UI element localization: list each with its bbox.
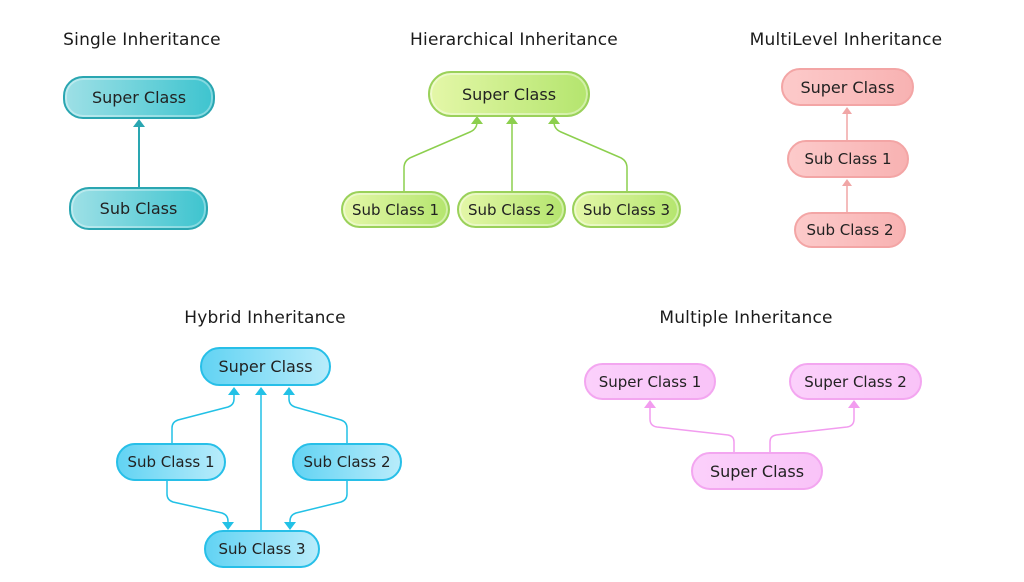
- single-arrow: [133, 119, 145, 187]
- node-label: Sub Class: [99, 199, 178, 218]
- hybrid-sub-class-3-node: Sub Class 3: [204, 530, 320, 568]
- hierarchical-super-class-node: Super Class: [428, 71, 590, 117]
- node-label: Sub Class 2: [303, 453, 391, 471]
- multilevel-sub-class-2-node: Sub Class 2: [794, 212, 906, 248]
- multiple-arrows: [644, 400, 860, 452]
- multiple-child-class-node: Super Class: [691, 452, 823, 490]
- node-label: Super Class: [218, 357, 313, 376]
- single-super-class-node: Super Class: [63, 76, 215, 119]
- hierarchical-sub-class-2-node: Sub Class 2: [457, 191, 566, 228]
- multiple-super-class-2-node: Super Class 2: [789, 363, 922, 400]
- node-label: Super Class: [461, 84, 557, 104]
- hierarchical-arrows: [403, 116, 628, 191]
- node-label: Sub Class 2: [806, 221, 894, 239]
- node-label: Sub Class 1: [804, 150, 892, 168]
- hybrid-sub-class-1-node: Sub Class 1: [116, 443, 226, 481]
- node-label: Super Class 1: [598, 372, 702, 391]
- node-label: Sub Class 2: [467, 200, 556, 219]
- node-label: Super Class 2: [804, 372, 907, 391]
- node-label: Sub Class 3: [582, 200, 671, 219]
- hierarchical-sub-class-1-node: Sub Class 1: [341, 191, 450, 228]
- multiple-super-class-1-node: Super Class 1: [584, 363, 716, 400]
- node-label: Sub Class 1: [351, 200, 440, 219]
- node-label: Sub Class 1: [127, 453, 215, 471]
- hybrid-super-class-node: Super Class: [200, 347, 331, 386]
- node-label: Super Class: [709, 461, 805, 481]
- single-sub-class-node: Sub Class: [69, 187, 208, 230]
- hierarchical-sub-class-3-node: Sub Class 3: [572, 191, 681, 228]
- hybrid-sub-class-2-node: Sub Class 2: [292, 443, 402, 481]
- node-label: Super Class: [91, 88, 187, 107]
- multilevel-super-class-node: Super Class: [781, 68, 914, 106]
- multilevel-sub-class-1-node: Sub Class 1: [787, 140, 909, 178]
- node-label: Super Class: [800, 77, 895, 97]
- node-label: Sub Class 3: [218, 540, 306, 558]
